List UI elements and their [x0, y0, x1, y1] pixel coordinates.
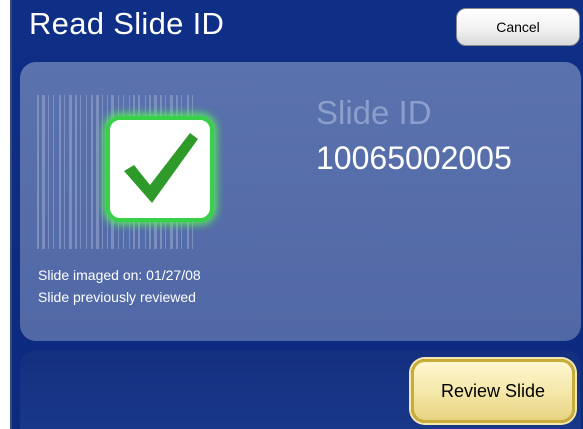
cancel-button[interactable]: Cancel — [456, 8, 580, 46]
review-status: Slide previously reviewed — [38, 289, 196, 305]
slide-id-label: Slide ID — [316, 94, 432, 131]
slide-id-value: 10065002005 — [316, 140, 512, 176]
checkmark-icon — [124, 133, 198, 203]
read-slide-id-screen: Read Slide ID Cancel Slide ID 1006500200… — [10, 0, 583, 429]
page-title: Read Slide ID — [29, 6, 225, 41]
slide-imaged-date: Slide imaged on: 01/27/08 — [38, 267, 201, 283]
slide-info-panel: Slide ID 10065002005 Slide imaged on: 01… — [20, 62, 581, 341]
review-slide-button[interactable]: Review Slide — [411, 359, 575, 423]
scan-success-indicator — [106, 116, 214, 222]
